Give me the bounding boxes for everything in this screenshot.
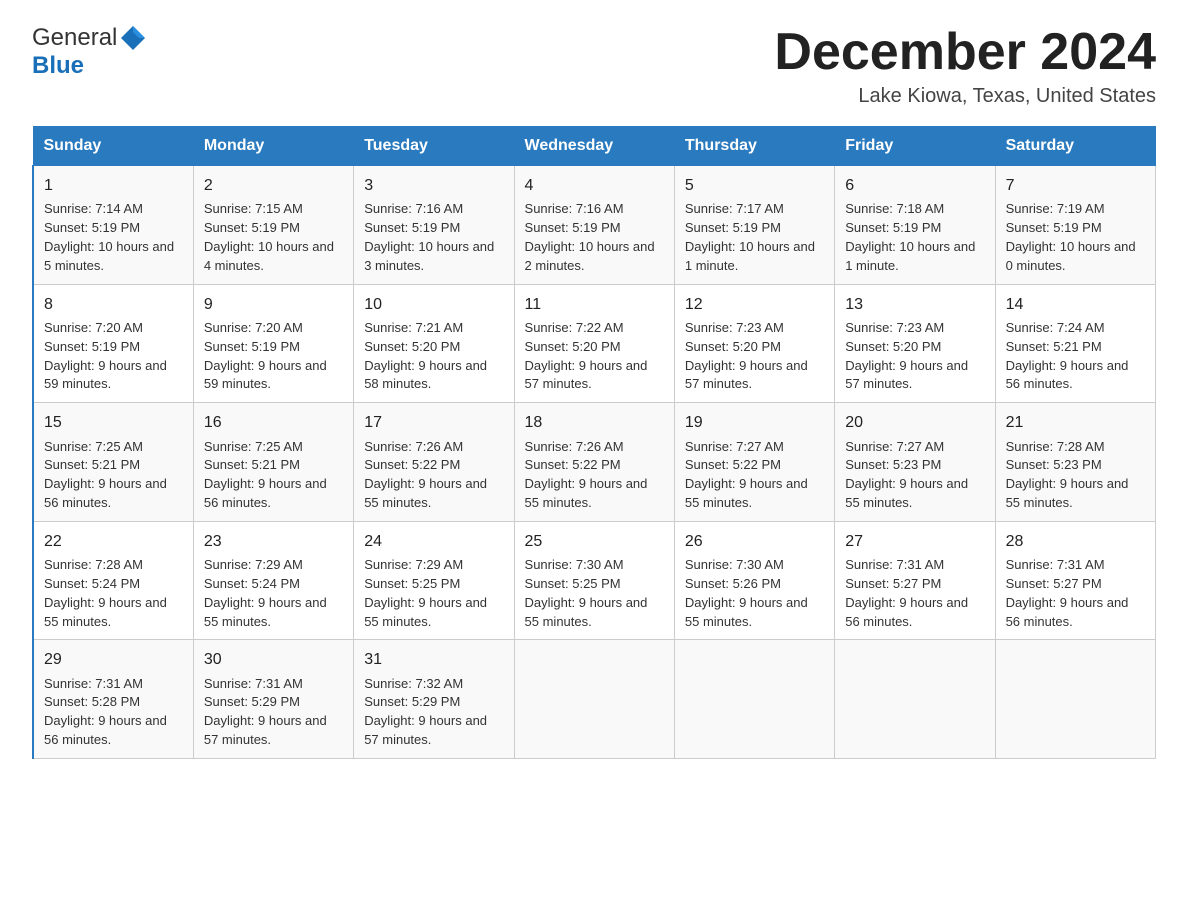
calendar-cell: 16Sunrise: 7:25 AMSunset: 5:21 PMDayligh…: [193, 403, 353, 522]
calendar-cell: 23Sunrise: 7:29 AMSunset: 5:24 PMDayligh…: [193, 521, 353, 640]
calendar-cell: 27Sunrise: 7:31 AMSunset: 5:27 PMDayligh…: [835, 521, 995, 640]
day-number: 26: [685, 530, 824, 553]
day-number: 14: [1006, 293, 1145, 316]
day-number: 22: [44, 530, 183, 553]
logo-flag-icon: [119, 24, 147, 52]
day-number: 28: [1006, 530, 1145, 553]
day-number: 30: [204, 648, 343, 671]
calendar-cell: 8Sunrise: 7:20 AMSunset: 5:19 PMDaylight…: [33, 284, 193, 403]
day-number: 18: [525, 411, 664, 434]
day-number: 2: [204, 174, 343, 197]
calendar-cell: [674, 640, 834, 759]
day-number: 9: [204, 293, 343, 316]
calendar-table: Sunday Monday Tuesday Wednesday Thursday…: [32, 126, 1156, 759]
day-number: 25: [525, 530, 664, 553]
calendar-cell: 29Sunrise: 7:31 AMSunset: 5:28 PMDayligh…: [33, 640, 193, 759]
day-number: 7: [1006, 174, 1145, 197]
day-number: 5: [685, 174, 824, 197]
calendar-week-row: 15Sunrise: 7:25 AMSunset: 5:21 PMDayligh…: [33, 403, 1156, 522]
calendar-cell: 7Sunrise: 7:19 AMSunset: 5:19 PMDaylight…: [995, 166, 1155, 285]
calendar-week-row: 22Sunrise: 7:28 AMSunset: 5:24 PMDayligh…: [33, 521, 1156, 640]
calendar-cell: 21Sunrise: 7:28 AMSunset: 5:23 PMDayligh…: [995, 403, 1155, 522]
day-number: 12: [685, 293, 824, 316]
calendar-cell: 31Sunrise: 7:32 AMSunset: 5:29 PMDayligh…: [354, 640, 514, 759]
day-number: 3: [364, 174, 503, 197]
calendar-cell: 12Sunrise: 7:23 AMSunset: 5:20 PMDayligh…: [674, 284, 834, 403]
calendar-cell: 26Sunrise: 7:30 AMSunset: 5:26 PMDayligh…: [674, 521, 834, 640]
calendar-cell: 13Sunrise: 7:23 AMSunset: 5:20 PMDayligh…: [835, 284, 995, 403]
calendar-cell: 3Sunrise: 7:16 AMSunset: 5:19 PMDaylight…: [354, 166, 514, 285]
day-number: 4: [525, 174, 664, 197]
day-number: 1: [44, 174, 183, 197]
calendar-cell: 19Sunrise: 7:27 AMSunset: 5:22 PMDayligh…: [674, 403, 834, 522]
calendar-cell: 18Sunrise: 7:26 AMSunset: 5:22 PMDayligh…: [514, 403, 674, 522]
day-number: 13: [845, 293, 984, 316]
calendar-cell: 4Sunrise: 7:16 AMSunset: 5:19 PMDaylight…: [514, 166, 674, 285]
header-friday: Friday: [835, 127, 995, 166]
day-number: 29: [44, 648, 183, 671]
calendar-cell: 30Sunrise: 7:31 AMSunset: 5:29 PMDayligh…: [193, 640, 353, 759]
logo-blue-text: Blue: [32, 52, 84, 80]
calendar-cell: [514, 640, 674, 759]
day-number: 16: [204, 411, 343, 434]
header-thursday: Thursday: [674, 127, 834, 166]
header-tuesday: Tuesday: [354, 127, 514, 166]
calendar-week-row: 8Sunrise: 7:20 AMSunset: 5:19 PMDaylight…: [33, 284, 1156, 403]
day-number: 11: [525, 293, 664, 316]
header-saturday: Saturday: [995, 127, 1155, 166]
calendar-cell: 17Sunrise: 7:26 AMSunset: 5:22 PMDayligh…: [354, 403, 514, 522]
calendar-cell: 15Sunrise: 7:25 AMSunset: 5:21 PMDayligh…: [33, 403, 193, 522]
location-title: Lake Kiowa, Texas, United States: [774, 85, 1156, 108]
calendar-cell: 14Sunrise: 7:24 AMSunset: 5:21 PMDayligh…: [995, 284, 1155, 403]
calendar-cell: 22Sunrise: 7:28 AMSunset: 5:24 PMDayligh…: [33, 521, 193, 640]
header-monday: Monday: [193, 127, 353, 166]
day-number: 20: [845, 411, 984, 434]
logo-general-text: General: [32, 24, 117, 52]
day-number: 24: [364, 530, 503, 553]
calendar-cell: 11Sunrise: 7:22 AMSunset: 5:20 PMDayligh…: [514, 284, 674, 403]
logo: General Blue: [32, 24, 147, 80]
day-number: 10: [364, 293, 503, 316]
calendar-header-row: Sunday Monday Tuesday Wednesday Thursday…: [33, 127, 1156, 166]
calendar-cell: 2Sunrise: 7:15 AMSunset: 5:19 PMDaylight…: [193, 166, 353, 285]
day-number: 6: [845, 174, 984, 197]
calendar-cell: 6Sunrise: 7:18 AMSunset: 5:19 PMDaylight…: [835, 166, 995, 285]
calendar-cell: [835, 640, 995, 759]
day-number: 8: [44, 293, 183, 316]
calendar-week-row: 1Sunrise: 7:14 AMSunset: 5:19 PMDaylight…: [33, 166, 1156, 285]
day-number: 17: [364, 411, 503, 434]
page-header: General Blue December 2024 Lake Kiowa, T…: [32, 24, 1156, 108]
calendar-cell: 28Sunrise: 7:31 AMSunset: 5:27 PMDayligh…: [995, 521, 1155, 640]
calendar-cell: 9Sunrise: 7:20 AMSunset: 5:19 PMDaylight…: [193, 284, 353, 403]
calendar-cell: 24Sunrise: 7:29 AMSunset: 5:25 PMDayligh…: [354, 521, 514, 640]
day-number: 31: [364, 648, 503, 671]
day-number: 23: [204, 530, 343, 553]
day-number: 19: [685, 411, 824, 434]
header-sunday: Sunday: [33, 127, 193, 166]
header-wednesday: Wednesday: [514, 127, 674, 166]
calendar-cell: 20Sunrise: 7:27 AMSunset: 5:23 PMDayligh…: [835, 403, 995, 522]
calendar-cell: 10Sunrise: 7:21 AMSunset: 5:20 PMDayligh…: [354, 284, 514, 403]
calendar-cell: 5Sunrise: 7:17 AMSunset: 5:19 PMDaylight…: [674, 166, 834, 285]
day-number: 15: [44, 411, 183, 434]
title-section: December 2024 Lake Kiowa, Texas, United …: [774, 24, 1156, 108]
calendar-cell: 1Sunrise: 7:14 AMSunset: 5:19 PMDaylight…: [33, 166, 193, 285]
calendar-cell: [995, 640, 1155, 759]
month-title: December 2024: [774, 24, 1156, 81]
calendar-week-row: 29Sunrise: 7:31 AMSunset: 5:28 PMDayligh…: [33, 640, 1156, 759]
calendar-cell: 25Sunrise: 7:30 AMSunset: 5:25 PMDayligh…: [514, 521, 674, 640]
day-number: 21: [1006, 411, 1145, 434]
day-number: 27: [845, 530, 984, 553]
